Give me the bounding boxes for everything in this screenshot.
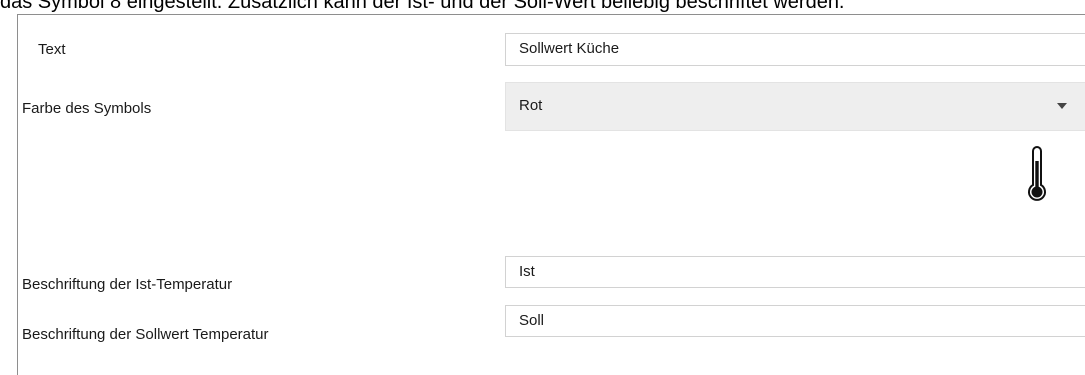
symbol-color-value: Rot (519, 97, 543, 114)
chevron-down-icon[interactable] (1057, 103, 1067, 109)
symbol-color-select[interactable]: Rot (505, 82, 1085, 131)
soll-input[interactable]: Soll (505, 305, 1085, 337)
soll-label: Beschriftung der Sollwert Temperatur (22, 326, 269, 343)
thermometer-icon (1028, 146, 1046, 201)
symbol-color-label: Farbe des Symbols (22, 100, 152, 117)
text-input[interactable]: Sollwert Küche (505, 33, 1085, 66)
document-text-line: das Symbol 8 eingestellt. Zusätzlich kan… (0, 0, 845, 13)
settings-panel: Text Sollwert Küche Farbe des Symbols Ro… (17, 14, 1085, 375)
ist-input[interactable]: Ist (505, 256, 1085, 288)
text-label: Text (38, 41, 66, 58)
ist-label: Beschriftung der Ist-Temperatur (22, 276, 233, 293)
